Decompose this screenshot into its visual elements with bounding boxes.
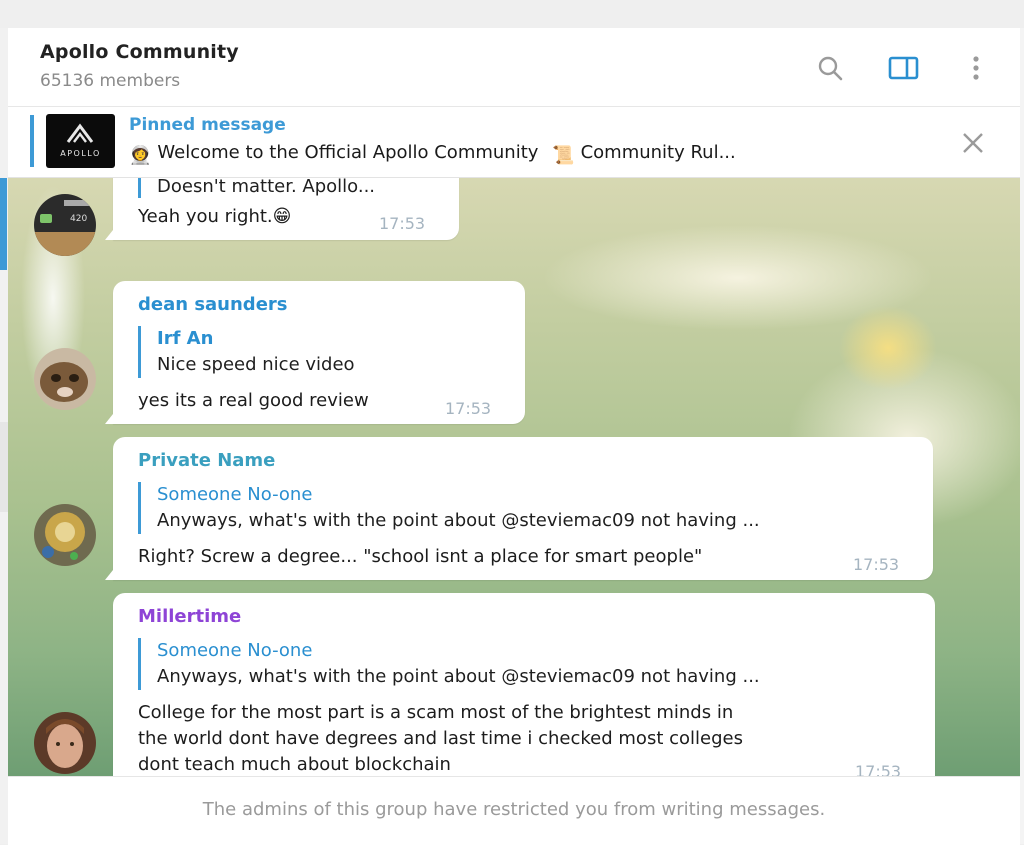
pinned-label: Pinned message	[129, 115, 286, 135]
more-options-button[interactable]	[960, 52, 992, 84]
member-count: 65136 members	[40, 71, 181, 91]
message-line: dont teach much about blockchain	[138, 754, 451, 775]
window-edge	[1020, 28, 1024, 844]
message-bubble[interactable]: Doesn't matter. Apollo... Yeah you right…	[105, 178, 459, 240]
reply-text: Anyways, what's with the point about @st…	[157, 666, 760, 687]
chat-window: Apollo Community 65136 members APOLLO Pi…	[8, 28, 1020, 845]
message-time: 17:53	[853, 555, 900, 574]
message-text: Right? Screw a degree... "school isnt a …	[138, 546, 703, 567]
message-line: the world dont have degrees and last tim…	[138, 728, 743, 749]
reply-preview[interactable]: Someone No-one Anyways, what's with the …	[138, 638, 760, 690]
message-text: College for the most part is a scam most…	[138, 700, 743, 776]
more-vertical-icon	[973, 56, 979, 80]
reply-text: Nice speed nice video	[157, 354, 355, 375]
message-time: 17:53	[379, 214, 426, 233]
search-icon	[818, 56, 843, 81]
reply-preview[interactable]: Doesn't matter. Apollo...	[138, 178, 375, 198]
chat-title[interactable]: Apollo Community	[40, 41, 239, 63]
apollo-logo-text: APOLLO	[60, 149, 101, 158]
chat-header: Apollo Community 65136 members	[8, 28, 1020, 107]
avatar[interactable]: 420	[34, 194, 96, 256]
message-text: yes its a real good review	[138, 390, 369, 411]
bubble-tail	[105, 230, 113, 240]
close-pinned-button[interactable]	[958, 128, 988, 158]
reply-preview[interactable]: Irf An Nice speed nice video	[138, 326, 355, 378]
reply-text: Doesn't matter. Apollo...	[157, 178, 376, 197]
sender-name[interactable]: Private Name	[138, 450, 275, 471]
message-bubble[interactable]: Millertime Someone No-one Anyways, what'…	[113, 593, 935, 776]
avatar[interactable]	[34, 712, 96, 774]
message-bubble[interactable]: Private Name Someone No-one Anyways, wha…	[105, 437, 933, 580]
sender-name[interactable]: dean saunders	[138, 294, 288, 315]
user-avatar-image: 420	[34, 194, 96, 256]
message-list[interactable]: 420 Doesn't matter. Apollo... Yeah you r…	[8, 178, 1020, 776]
avatar[interactable]	[34, 348, 96, 410]
pinned-text: 👩‍🚀 Welcome to the Official Apollo Commun…	[129, 142, 736, 166]
message-bubble[interactable]: dean saunders Irf An Nice speed nice vid…	[105, 281, 525, 424]
reply-sender: Someone No-one	[157, 484, 313, 505]
search-button[interactable]	[814, 52, 846, 84]
restricted-notice: The admins of this group have restricted…	[202, 799, 826, 820]
user-avatar-image	[34, 348, 96, 410]
reply-sender: Irf An	[157, 328, 214, 349]
message-text: Yeah you right.😁	[138, 204, 291, 230]
reply-sender: Someone No-one	[157, 640, 313, 661]
bubble-tail	[105, 570, 113, 580]
message-text-content: Yeah you right.	[138, 206, 273, 227]
astronaut-emoji-icon: 👩‍🚀	[129, 145, 152, 166]
svg-text:420: 420	[70, 214, 87, 224]
pinned-message-bar[interactable]: APOLLO Pinned message 👩‍🚀 Welcome to the …	[8, 107, 1020, 178]
toggle-side-panel-button[interactable]	[887, 52, 919, 84]
message-time: 17:53	[855, 762, 902, 776]
pinned-text-part1: Welcome to the Official Apollo Community	[157, 142, 539, 163]
user-avatar-image	[34, 504, 96, 566]
user-avatar-image	[34, 712, 96, 774]
grin-emoji-icon: 😁	[272, 206, 292, 227]
pinned-thumbnail: APOLLO	[46, 114, 115, 168]
pinned-accent-bar	[30, 115, 34, 167]
composer-area: The admins of this group have restricted…	[8, 776, 1020, 845]
apollo-logo-icon: APOLLO	[60, 123, 101, 158]
bubble-tail	[105, 414, 113, 424]
reply-preview[interactable]: Someone No-one Anyways, what's with the …	[138, 482, 760, 534]
scroll-emoji-icon: 📜	[552, 145, 575, 166]
sender-name[interactable]: Millertime	[138, 606, 241, 627]
side-panel-icon	[888, 56, 919, 80]
message-time: 17:53	[445, 399, 492, 418]
reply-text: Anyways, what's with the point about @st…	[157, 510, 760, 531]
avatar[interactable]	[34, 504, 96, 566]
message-line: College for the most part is a scam most…	[138, 702, 734, 723]
left-sidebar-edge	[0, 28, 8, 844]
close-icon	[963, 133, 983, 153]
sidebar-item-edge	[0, 422, 8, 512]
selected-chat-indicator	[0, 178, 7, 270]
pinned-text-part2: Community Rul...	[580, 142, 736, 163]
